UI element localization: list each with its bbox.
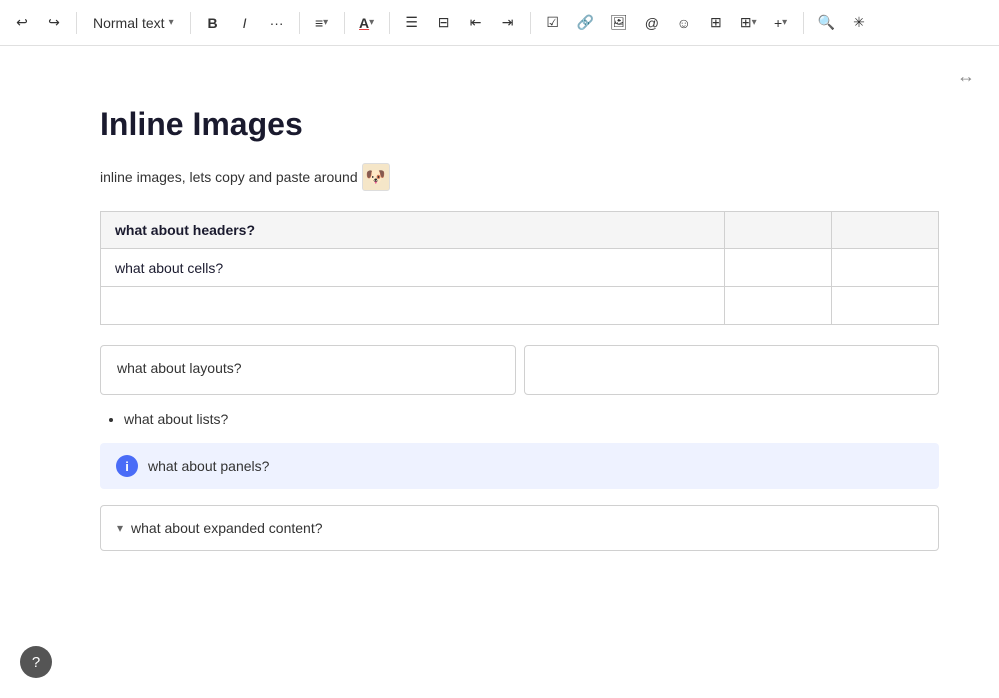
align-button[interactable]: ≡ ▾	[308, 7, 336, 39]
add-chevron-icon: ▾	[782, 17, 787, 28]
divider-5	[389, 12, 390, 34]
inline-image	[362, 163, 390, 191]
info-panel: i what about panels?	[100, 443, 939, 489]
align-chevron-icon: ▾	[323, 17, 328, 28]
redo-icon	[48, 14, 60, 31]
divider-4	[344, 12, 345, 34]
undo-icon	[16, 14, 28, 31]
table-row	[101, 287, 939, 325]
divider-7	[803, 12, 804, 34]
table-cell-1-3[interactable]	[831, 249, 938, 287]
table-chevron-icon: ▾	[752, 17, 757, 28]
indent-button[interactable]: ⇥	[494, 7, 522, 39]
more-formatting-button[interactable]: ···	[263, 7, 291, 39]
add-button[interactable]: + ▾	[767, 7, 795, 39]
page-title: Inline Images	[100, 106, 939, 143]
table-row: what about cells?	[101, 249, 939, 287]
content-table[interactable]: what about headers? what about cells?	[100, 211, 939, 325]
text-style-label: Normal text	[93, 15, 165, 31]
expandable-text: what about expanded content?	[131, 520, 323, 536]
ai-button[interactable]: ✳	[845, 7, 873, 39]
table-head: what about headers?	[101, 212, 939, 249]
insert-image-button[interactable]: 🖼	[604, 7, 634, 39]
columns-icon: ⊞	[710, 14, 722, 31]
redo-button[interactable]	[40, 7, 68, 39]
bold-button[interactable]: B	[199, 7, 227, 39]
expandable-block[interactable]: ▾ what about expanded content?	[100, 505, 939, 551]
layout-container: what about layouts?	[100, 345, 939, 395]
bold-icon: B	[208, 15, 218, 31]
text-color-icon: A	[359, 15, 369, 31]
editor-wrapper[interactable]: ↔ Inline Images inline images, lets copy…	[40, 46, 999, 698]
more-icon: ···	[270, 15, 284, 31]
help-button[interactable]: ?	[20, 646, 52, 678]
table-header-row: what about headers?	[101, 212, 939, 249]
mention-icon: @	[645, 15, 659, 31]
ai-sparkle-icon: ✳	[853, 14, 865, 31]
content-area: ↔ Inline Images inline images, lets copy…	[0, 46, 999, 698]
undo-button[interactable]	[8, 7, 36, 39]
panel-text: what about panels?	[148, 458, 269, 474]
chevron-down-icon: ▾	[169, 17, 174, 28]
align-icon: ≡	[315, 15, 323, 31]
table-header-cell-1[interactable]: what about headers?	[101, 212, 725, 249]
add-icon: +	[774, 15, 782, 31]
table-cell-2-1[interactable]	[101, 287, 725, 325]
link-icon: 🔗	[577, 14, 594, 31]
table-cell-1-2[interactable]	[724, 249, 831, 287]
table-cell-2-3[interactable]	[831, 287, 938, 325]
intro-paragraph: inline images, lets copy and paste aroun…	[100, 163, 939, 191]
columns-button[interactable]: ⊞	[702, 7, 730, 39]
text-color-button[interactable]: A ▾	[353, 7, 381, 39]
bullet-list: what about lists?	[100, 411, 939, 427]
search-icon: 🔍	[818, 14, 835, 31]
color-chevron-icon: ▾	[369, 17, 374, 28]
list-item[interactable]: what about lists?	[124, 411, 939, 427]
divider-1	[76, 12, 77, 34]
table-cell-2-2[interactable]	[724, 287, 831, 325]
table-body: what about cells?	[101, 249, 939, 325]
search-button[interactable]: 🔍	[812, 7, 841, 39]
table-header-cell-3[interactable]	[831, 212, 938, 249]
layout-block-2[interactable]	[524, 345, 940, 395]
divider-3	[299, 12, 300, 34]
italic-button[interactable]: I	[231, 7, 259, 39]
numbered-list-icon: ⊟	[438, 14, 450, 31]
mention-button[interactable]: @	[638, 7, 666, 39]
link-button[interactable]: 🔗	[571, 7, 600, 39]
table-button[interactable]: ⊞ ▾	[734, 7, 763, 39]
outdent-button[interactable]: ⇤	[462, 7, 490, 39]
checkbox-button[interactable]: ☑	[539, 7, 567, 39]
divider-6	[530, 12, 531, 34]
toolbar: Normal text ▾ B I ··· ≡ ▾ A ▾ ☰ ⊟ ⇤ ⇥ ☑ …	[0, 0, 999, 46]
layout-block-1[interactable]: what about layouts?	[100, 345, 516, 395]
expand-toggle-icon[interactable]: ▾	[117, 521, 123, 535]
emoji-icon: ☺	[677, 15, 691, 31]
indent-icon: ⇥	[502, 14, 514, 31]
numbered-list-button[interactable]: ⊟	[430, 7, 458, 39]
table-icon: ⊞	[740, 14, 752, 31]
emoji-button[interactable]: ☺	[670, 7, 698, 39]
expand-icon: ↔	[957, 66, 975, 86]
italic-icon: I	[243, 15, 247, 31]
intro-text-content: inline images, lets copy and paste aroun…	[100, 169, 358, 185]
divider-2	[190, 12, 191, 34]
outdent-icon: ⇤	[470, 14, 482, 31]
sidebar-left	[0, 46, 40, 698]
info-icon: i	[116, 455, 138, 477]
insert-image-icon: 🖼	[610, 14, 628, 31]
expand-width-button[interactable]: ↔	[953, 62, 979, 91]
bullet-list-button[interactable]: ☰	[398, 7, 426, 39]
bullet-list-icon: ☰	[405, 14, 418, 31]
help-icon: ?	[32, 654, 40, 671]
table-header-cell-2[interactable]	[724, 212, 831, 249]
table-cell-1-1[interactable]: what about cells?	[101, 249, 725, 287]
checkbox-icon: ☑	[546, 14, 559, 31]
text-style-dropdown[interactable]: Normal text ▾	[85, 7, 182, 39]
